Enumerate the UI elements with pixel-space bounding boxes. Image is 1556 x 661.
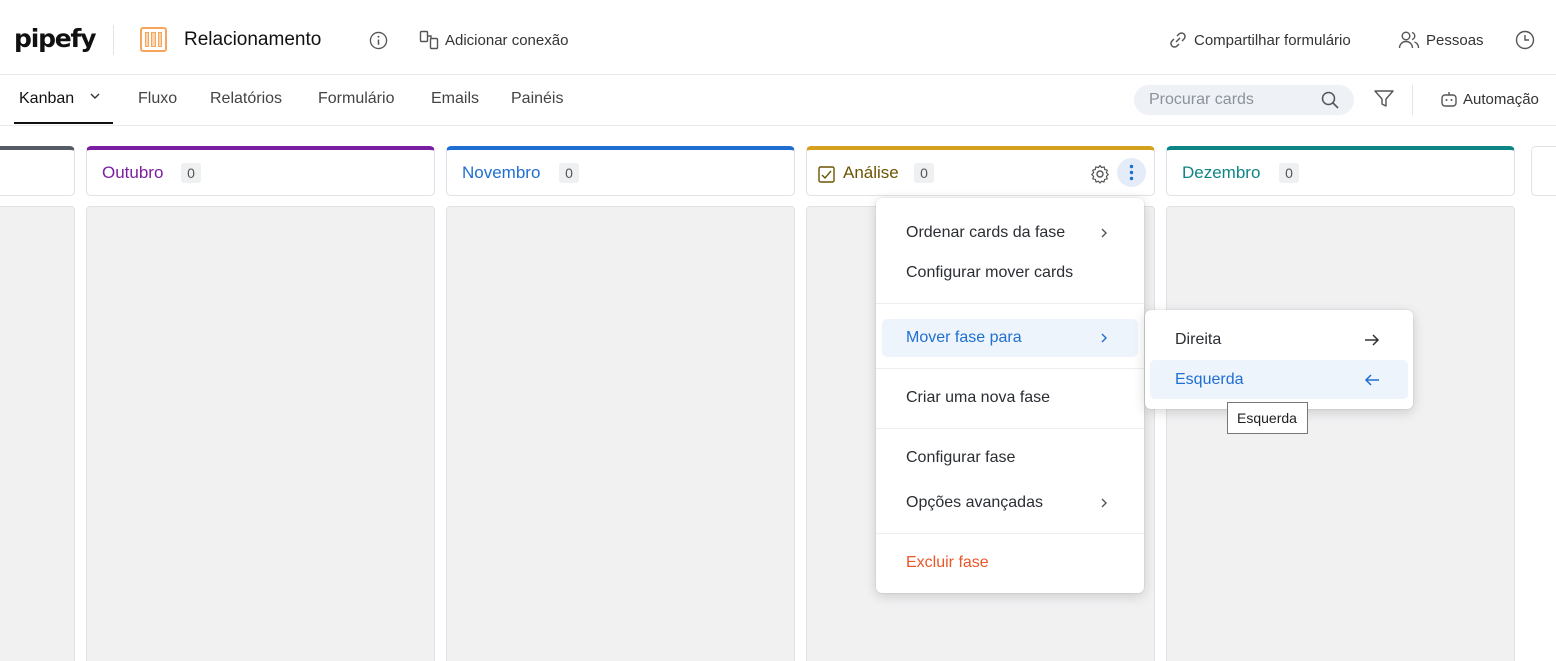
tab-fluxo[interactable]: Fluxo <box>138 90 177 108</box>
phase-name: Novembro <box>462 163 541 182</box>
phase-header <box>1531 146 1556 196</box>
phase-body <box>0 206 75 661</box>
menu-divider <box>876 303 1144 304</box>
people-button[interactable]: Pessoas <box>1398 30 1484 50</box>
move-phase-submenu: Direita Esquerda <box>1145 310 1413 409</box>
chevron-right-icon <box>1101 498 1107 508</box>
kanban-pipe-icon <box>140 27 167 52</box>
search-icon[interactable] <box>1320 90 1340 110</box>
phase-header-outubro[interactable]: Outubro 0 <box>86 146 435 196</box>
divider <box>113 25 114 55</box>
menu-item-create-phase[interactable]: Criar uma nova fase <box>906 389 1050 407</box>
gear-icon[interactable] <box>1090 164 1110 184</box>
tab-kanban-label: Kanban <box>19 90 75 107</box>
top-bar: pipefy Relacionamento Adicionar conexão … <box>0 0 1556 75</box>
menu-item-configure-phase[interactable]: Configurar fase <box>906 449 1015 467</box>
chevron-right-icon <box>1101 228 1107 238</box>
submenu-item-left[interactable]: Esquerda <box>1175 371 1244 389</box>
phase-name: Análise <box>843 163 899 182</box>
menu-item-delete-phase[interactable]: Excluir fase <box>906 554 989 572</box>
phase-count-badge: 0 <box>914 163 934 183</box>
phase-header <box>0 146 75 196</box>
tab-emails[interactable]: Emails <box>431 90 479 108</box>
phase-count-badge: 0 <box>559 163 579 183</box>
chevron-right-icon <box>1101 333 1107 343</box>
phase-name: Outubro <box>102 163 164 182</box>
phase-header-dezembro[interactable]: Dezembro 0 <box>1166 146 1515 196</box>
phase-name: Dezembro <box>1182 163 1261 182</box>
checklist-icon <box>818 166 835 183</box>
clock-icon[interactable] <box>1515 30 1535 50</box>
link-icon <box>1170 32 1186 48</box>
phase-options-menu: Ordenar cards da fase Configurar mover c… <box>876 198 1144 593</box>
divider <box>1412 85 1413 115</box>
people-icon <box>1398 31 1420 49</box>
arrow-left-icon <box>1364 374 1379 386</box>
phase-count-badge: 0 <box>1279 163 1299 183</box>
automation-button[interactable]: Automação <box>1440 90 1539 108</box>
menu-item-sort-cards[interactable]: Ordenar cards da fase <box>906 224 1065 242</box>
phase-body-novembro <box>446 206 795 661</box>
filter-icon[interactable] <box>1373 89 1395 109</box>
tab-kanban[interactable]: Kanban <box>19 90 101 108</box>
chevron-down-icon <box>90 93 100 99</box>
menu-item-advanced-options[interactable]: Opções avançadas <box>906 494 1043 512</box>
automation-label: Automação <box>1463 90 1539 108</box>
arrow-right-icon <box>1365 334 1380 346</box>
tab-relatorios[interactable]: Relatórios <box>210 90 282 108</box>
active-tab-indicator <box>14 122 113 124</box>
info-icon[interactable] <box>369 31 388 50</box>
phase-body-outubro <box>86 206 435 661</box>
share-form-button[interactable]: Compartilhar formulário <box>1168 30 1351 50</box>
tab-paineis[interactable]: Painéis <box>511 90 563 108</box>
view-nav-bar: Kanban Fluxo Relatórios Formulário Email… <box>0 75 1556 126</box>
menu-item-configure-move-cards[interactable]: Configurar mover cards <box>906 264 1073 282</box>
menu-divider <box>876 428 1144 429</box>
pipe-title[interactable]: Relacionamento <box>184 29 321 51</box>
phase-body-dezembro <box>1166 206 1515 661</box>
tab-formulario[interactable]: Formulário <box>318 90 394 108</box>
phase-options-button[interactable] <box>1117 158 1146 187</box>
tooltip: Esquerda <box>1227 402 1308 434</box>
menu-item-move-phase[interactable]: Mover fase para <box>906 329 1022 347</box>
menu-divider <box>876 533 1144 534</box>
people-label: Pessoas <box>1426 31 1484 49</box>
phase-header-novembro[interactable]: Novembro 0 <box>446 146 795 196</box>
add-connection-label: Adicionar conexão <box>445 31 569 49</box>
phase-count-badge: 0 <box>181 163 201 183</box>
submenu-item-right[interactable]: Direita <box>1175 331 1221 349</box>
connection-icon <box>419 30 439 50</box>
phase-header-analise[interactable]: Análise 0 <box>806 146 1155 196</box>
add-connection-button[interactable]: Adicionar conexão <box>419 30 568 50</box>
robot-icon <box>1441 92 1457 107</box>
pipefy-logo[interactable]: pipefy <box>14 24 97 56</box>
share-form-label: Compartilhar formulário <box>1194 31 1351 49</box>
menu-divider <box>876 368 1144 369</box>
more-vertical-icon <box>1129 164 1134 181</box>
